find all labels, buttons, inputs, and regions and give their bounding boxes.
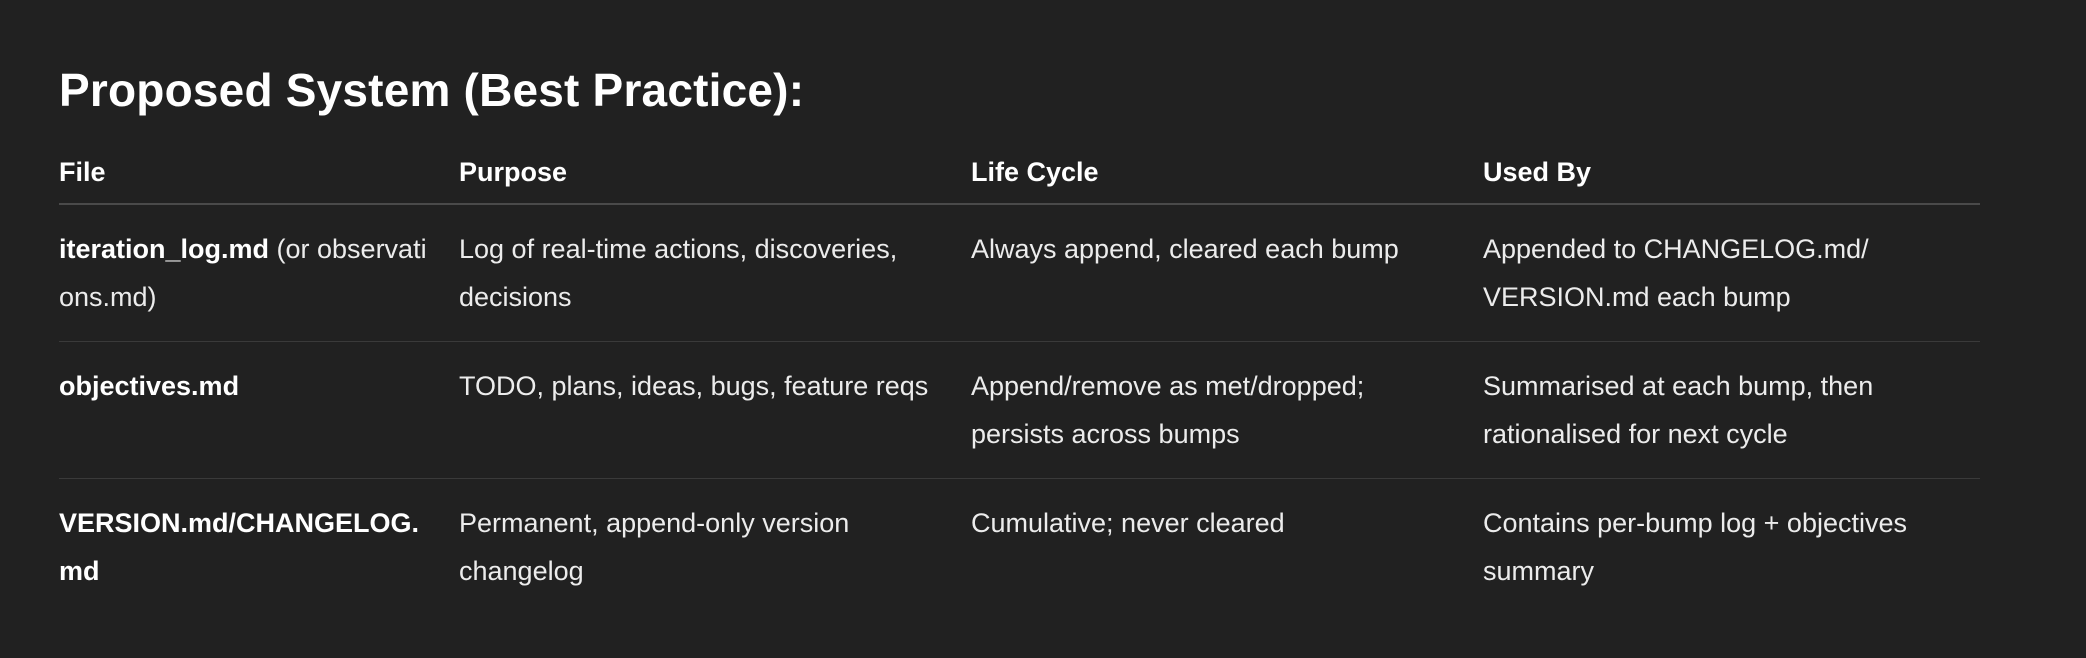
cell-used-by: Appended to CHANGELOG.md/ VERSION.md eac… bbox=[1483, 204, 1980, 342]
table-row: objectives.md TODO, plans, ideas, bugs, … bbox=[59, 341, 1980, 479]
file-system-table: File Purpose Life Cycle Used By iteratio… bbox=[59, 152, 1980, 615]
table-row: iteration_log.md (or observations.md) Lo… bbox=[59, 204, 1980, 342]
cell-life-cycle: Append/remove as met/dropped; persists a… bbox=[971, 341, 1483, 479]
cell-file: iteration_log.md (or observations.md) bbox=[59, 204, 459, 342]
file-name: VERSION.md/CHANGELOG.md bbox=[59, 508, 420, 586]
column-header-file: File bbox=[59, 152, 459, 205]
table-body: iteration_log.md (or observations.md) Lo… bbox=[59, 204, 1980, 615]
column-header-used-by: Used By bbox=[1483, 152, 1980, 205]
cell-used-by: Summarised at each bump, then rationalis… bbox=[1483, 341, 1980, 479]
cell-file: objectives.md bbox=[59, 341, 459, 479]
section-heading: Proposed System (Best Practice): bbox=[59, 64, 805, 116]
cell-file: VERSION.md/CHANGELOG.md bbox=[59, 479, 459, 616]
column-header-life-cycle: Life Cycle bbox=[971, 152, 1483, 205]
file-name: objectives.md bbox=[59, 371, 240, 401]
file-name: iteration_log.md bbox=[59, 234, 270, 264]
table-header: File Purpose Life Cycle Used By bbox=[59, 152, 1980, 205]
cell-purpose: Log of real-time actions, discoveries, d… bbox=[459, 204, 971, 342]
cell-purpose: TODO, plans, ideas, bugs, feature reqs bbox=[459, 341, 971, 479]
cell-life-cycle: Always append, cleared each bump bbox=[971, 204, 1483, 342]
column-header-purpose: Purpose bbox=[459, 152, 971, 205]
cell-purpose: Permanent, append-only version changelog bbox=[459, 508, 850, 586]
table-row: VERSION.md/CHANGELOG.md Permanent, appen… bbox=[59, 479, 1980, 616]
cell-used-by: Contains per-bump log + objectives summa… bbox=[1483, 508, 1907, 586]
document-content: Proposed System (Best Practice): File Pu… bbox=[59, 0, 1980, 615]
cell-life-cycle: Cumulative; never cleared bbox=[971, 508, 1285, 538]
header-row: File Purpose Life Cycle Used By bbox=[59, 152, 1980, 205]
